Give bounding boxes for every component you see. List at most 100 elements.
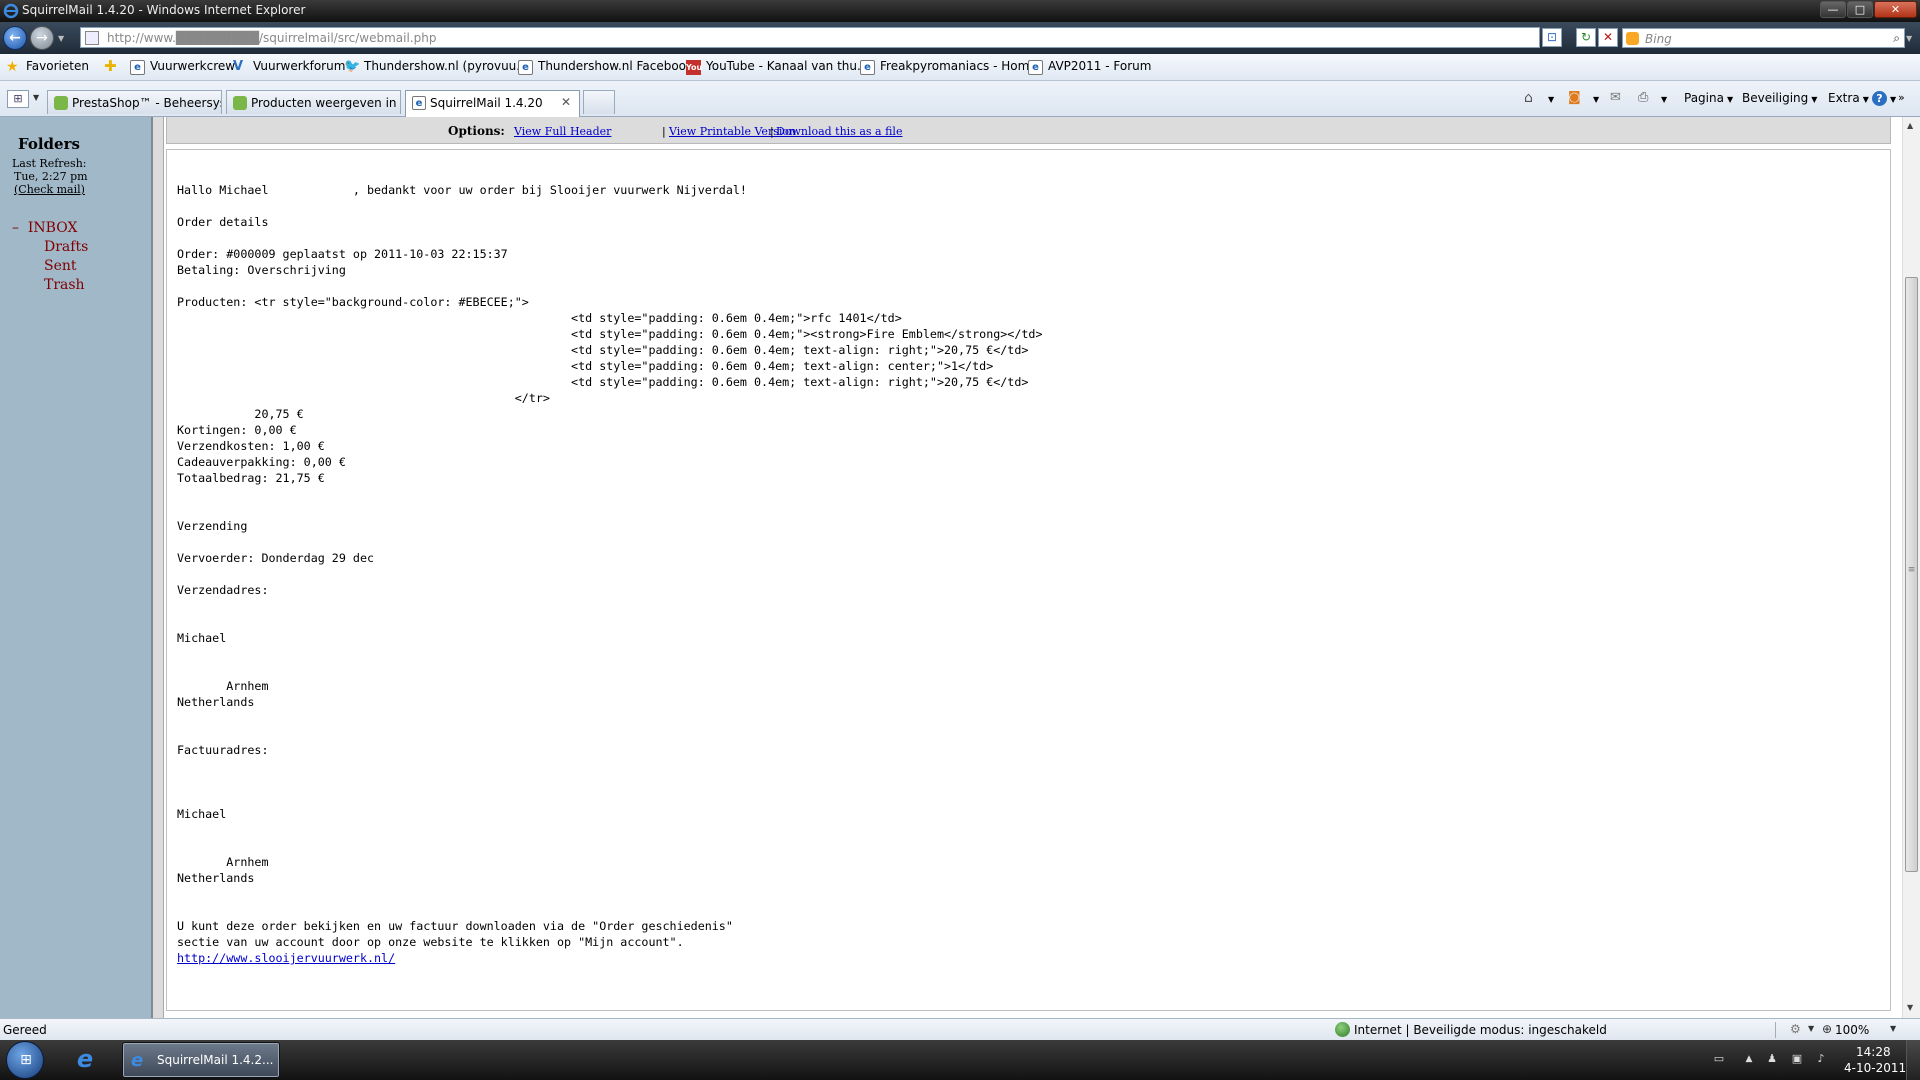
tab-label: Producten weergeven in kl... xyxy=(251,96,400,110)
forward-button[interactable]: → xyxy=(30,26,54,50)
feed-dropdown-icon[interactable]: ▼ xyxy=(1590,91,1599,105)
rss-feed-icon[interactable]: ◙ xyxy=(1568,90,1584,106)
clock-date[interactable]: 4-10-2011 xyxy=(1844,1061,1906,1075)
tools-menu[interactable]: Extra ▼ xyxy=(1828,91,1869,105)
internet-zone-globe-icon xyxy=(1335,1022,1350,1037)
favorite-label: Vuurwerkforum xyxy=(253,59,346,73)
refresh-button[interactable]: ↻ xyxy=(1576,28,1596,47)
search-options-dropdown-icon[interactable]: ▼ xyxy=(1906,34,1912,43)
frame-divider[interactable] xyxy=(152,117,164,1018)
last-refresh-label: Last Refresh: xyxy=(12,157,87,170)
more-commands-icon[interactable]: » xyxy=(1898,91,1905,104)
favorite-label: Thundershow.nl (pyrovuu... xyxy=(364,59,528,73)
close-tab-icon[interactable]: ✕ xyxy=(561,95,571,109)
home-dropdown-icon[interactable]: ▼ xyxy=(1545,91,1554,105)
ie-page-icon: e xyxy=(130,60,145,75)
page-menu[interactable]: Pagina ▼ xyxy=(1684,91,1733,105)
recent-pages-dropdown-icon[interactable]: ▼ xyxy=(58,34,64,43)
folder-inbox-label[interactable]: INBOX xyxy=(28,220,78,236)
maximize-button[interactable]: □ xyxy=(1847,1,1873,18)
tab-prestashop-beheer[interactable]: PrestaShop™ - Beheersyste... xyxy=(47,90,222,114)
show-desktop-button[interactable] xyxy=(1906,1040,1920,1080)
print-icon[interactable]: ⎙ xyxy=(1638,90,1654,106)
favorite-thundershow-pyrovuu[interactable]: 🐦 Thundershow.nl (pyrovuu... xyxy=(344,59,528,76)
zoom-icon[interactable]: ⊕ xyxy=(1822,1022,1832,1036)
folder-pane: Folders Last Refresh: Tue, 2:27 pm (Chec… xyxy=(0,117,152,1018)
magnifier-icon[interactable]: ⌕ xyxy=(1893,31,1900,46)
check-mail-link[interactable]: (Check mail) xyxy=(14,183,85,196)
add-to-favorites-icon[interactable]: ✚ xyxy=(104,59,117,76)
home-icon[interactable]: ⌂ xyxy=(1524,90,1540,106)
bing-icon xyxy=(1626,32,1639,45)
folders-title: Folders xyxy=(18,135,80,153)
clock-time[interactable]: 14:28 xyxy=(1856,1045,1891,1059)
folder-inbox[interactable]: – INBOX xyxy=(12,220,77,236)
show-hidden-icons-icon[interactable]: ▲ xyxy=(1742,1053,1756,1065)
favorite-avp2011[interactable]: e AVP2011 - Forum xyxy=(1028,59,1151,76)
folder-drafts[interactable]: Drafts xyxy=(44,239,88,255)
safety-menu[interactable]: Beveiliging ▼ xyxy=(1742,91,1817,105)
close-window-button[interactable]: ✕ xyxy=(1874,1,1917,18)
search-input[interactable]: Bing ⌕ xyxy=(1622,28,1905,48)
scroll-down-icon[interactable]: ▼ xyxy=(1907,1003,1913,1012)
favorite-freakpyromaniacs[interactable]: e Freakpyromaniacs - Home xyxy=(860,59,1037,76)
favorite-vuurwerkcrew[interactable]: e Vuurwerkcrew xyxy=(130,59,235,76)
ie-page-icon: e xyxy=(860,60,875,75)
back-button[interactable]: ← xyxy=(3,26,27,50)
favorite-thundershow-facebook[interactable]: e Thundershow.nl Facebook xyxy=(518,59,693,76)
web-page-viewport: Folders Last Refresh: Tue, 2:27 pm (Chec… xyxy=(0,117,1920,1018)
security-zone-text[interactable]: Internet | Beveiligde modus: ingeschakel… xyxy=(1354,1023,1607,1037)
folder-trash[interactable]: Trash xyxy=(44,277,85,293)
print-dropdown-icon[interactable]: ▼ xyxy=(1658,91,1667,105)
new-tab-button[interactable] xyxy=(583,90,615,114)
status-text: Gereed xyxy=(3,1023,47,1037)
volume-icon[interactable]: ♪ xyxy=(1814,1053,1828,1065)
message-body-frame: Hallo Michael , bedankt voor uw order bi… xyxy=(166,149,1891,1011)
address-bar: ← → ▼ http://www.█████████/squirrelmail/… xyxy=(0,22,1920,54)
url-input[interactable]: http://www.█████████/squirrelmail/src/we… xyxy=(80,27,1614,48)
internet-explorer-pinned-icon[interactable]: e xyxy=(70,1046,100,1074)
website-link[interactable]: http://www.slooijervuurwerk.nl/ xyxy=(177,951,395,965)
download-as-file-link[interactable]: Download this as a file xyxy=(776,125,902,138)
message-body: Hallo Michael , bedankt voor uw order bi… xyxy=(177,182,1043,966)
window-title: SquirrelMail 1.4.20 - Windows Internet E… xyxy=(22,3,306,17)
stop-button[interactable]: ✕ xyxy=(1598,28,1618,47)
url-text[interactable]: http://www.█████████/squirrelmail/src/we… xyxy=(107,31,436,45)
status-bar: Gereed Internet | Beveiligde modus: inge… xyxy=(0,1018,1920,1040)
favorite-vuurwerkforum[interactable]: V Vuurwerkforum xyxy=(233,59,345,76)
network-users-icon[interactable]: ♟ xyxy=(1765,1053,1779,1065)
mail-icon[interactable]: ✉ xyxy=(1610,90,1626,106)
favorite-youtube[interactable]: You YouTube - Kanaal van thu... xyxy=(686,59,868,76)
tools-menu-label: Extra xyxy=(1828,91,1860,105)
favorite-label: Freakpyromaniacs - Home xyxy=(880,59,1037,73)
windows-taskbar: ⊞ e e SquirrelMail 1.4.2... ▭ ▲ ♟ ▣ ♪ 14… xyxy=(0,1040,1920,1080)
quick-tabs-button[interactable]: ⊞ xyxy=(7,90,29,108)
zoom-dropdown-icon[interactable]: ▼ xyxy=(1890,1024,1896,1033)
search-placeholder[interactable]: Bing xyxy=(1645,32,1672,46)
zoom-level[interactable]: 100% xyxy=(1835,1023,1869,1037)
taskbar-item-squirrelmail[interactable]: e SquirrelMail 1.4.2... xyxy=(122,1042,280,1078)
compatibility-view-button[interactable]: ⊡ xyxy=(1542,28,1562,47)
start-button[interactable]: ⊞ xyxy=(6,1041,44,1079)
collapse-toggle[interactable]: – xyxy=(12,220,19,236)
protected-mode-dropdown-icon[interactable]: ▼ xyxy=(1808,1024,1814,1033)
help-menu[interactable]: ? ▼ xyxy=(1872,91,1896,106)
view-full-header-link[interactable]: View Full Header xyxy=(514,125,611,138)
safety-menu-label: Beveiliging xyxy=(1742,91,1809,105)
folder-sent[interactable]: Sent xyxy=(44,258,77,274)
message-text: Hallo Michael , bedankt voor uw order bi… xyxy=(177,183,1043,949)
message-options-bar: Options: View Full Header | View Printab… xyxy=(166,117,1891,144)
keyboard-language-icon[interactable]: ▭ xyxy=(1712,1053,1726,1065)
network-icon[interactable]: ▣ xyxy=(1790,1053,1804,1065)
twitter-bird-icon: 🐦 xyxy=(344,59,361,74)
vertical-scrollbar[interactable]: ▲ ≡ ▼ xyxy=(1902,117,1920,1018)
protected-mode-icon[interactable]: ⚙ xyxy=(1790,1022,1801,1036)
youtube-icon: You xyxy=(686,60,702,75)
tab-squirrelmail[interactable]: e SquirrelMail 1.4.20 ✕ xyxy=(405,90,580,117)
minimize-button[interactable]: — xyxy=(1820,1,1846,18)
windows-logo-icon: ⊞ xyxy=(20,1052,32,1068)
tab-list-dropdown-icon[interactable]: ▼ xyxy=(33,93,39,102)
tab-producten-weergeven[interactable]: Producten weergeven in kl... xyxy=(226,90,401,114)
scroll-up-icon[interactable]: ▲ xyxy=(1907,121,1913,130)
favorites-button[interactable]: ★ Favorieten xyxy=(6,59,89,76)
